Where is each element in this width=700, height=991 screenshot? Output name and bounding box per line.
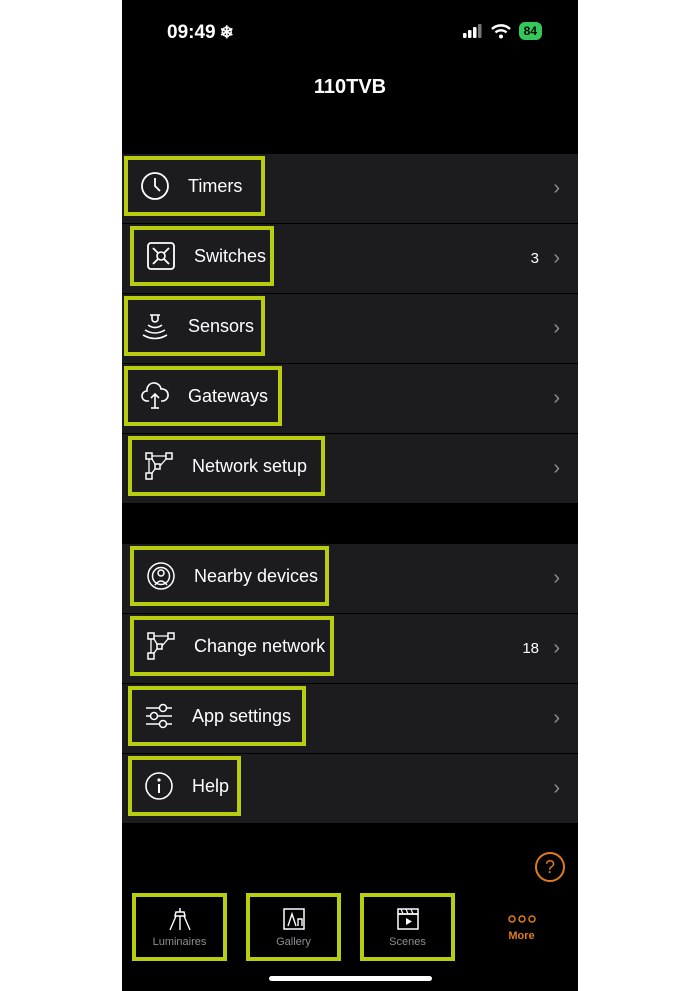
tab-label: Luminaires xyxy=(152,936,207,948)
row-label: Timers xyxy=(188,175,243,196)
chevron-right-icon: › xyxy=(553,707,560,729)
row-gateways[interactable]: Gateways › xyxy=(122,364,578,434)
more-dots-icon xyxy=(507,915,536,923)
chevron-right-icon: › xyxy=(553,317,560,339)
sensor-icon xyxy=(138,309,172,343)
row-label: Gateways xyxy=(188,385,269,406)
row-switches-highlight: Switches xyxy=(130,226,274,286)
row-label: Nearby devices xyxy=(194,565,319,586)
clock-icon xyxy=(138,169,172,203)
row-change-network-highlight: Change network xyxy=(130,616,334,676)
row-label: Sensors xyxy=(188,315,255,336)
row-label: Change network xyxy=(194,635,326,656)
row-nearby-devices[interactable]: Nearby devices › xyxy=(122,544,578,614)
scenes-icon xyxy=(396,908,419,930)
row-network-setup-highlight: Network setup xyxy=(128,436,325,496)
row-sensors[interactable]: Sensors › xyxy=(122,294,578,364)
switch-icon xyxy=(144,239,178,273)
tab-gallery[interactable]: Gallery xyxy=(246,893,341,961)
luminaire-icon xyxy=(168,908,191,931)
tab-luminaires[interactable]: Luminaires xyxy=(132,893,227,961)
tab-scenes[interactable]: Scenes xyxy=(360,893,455,961)
signal-icon xyxy=(462,24,482,38)
row-network-setup[interactable]: Network setup › xyxy=(122,434,578,504)
chevron-right-icon: › xyxy=(553,177,560,199)
chevron-right-icon: › xyxy=(553,247,560,269)
tab-label: Gallery xyxy=(276,936,311,948)
row-label: Switches xyxy=(194,245,267,266)
cloud-upload-icon xyxy=(138,379,172,413)
snowflake-icon: ❄ xyxy=(219,23,234,42)
row-count: 3 xyxy=(530,250,539,267)
chevron-right-icon: › xyxy=(553,457,560,479)
row-timers-highlight: Timers xyxy=(124,156,265,216)
row-sensors-highlight: Sensors xyxy=(124,296,265,356)
row-change-network[interactable]: Change network 18 › xyxy=(122,614,578,684)
chevron-right-icon: › xyxy=(553,777,560,799)
chevron-right-icon: › xyxy=(553,387,560,409)
row-label: Help xyxy=(192,775,230,796)
network-topology-icon xyxy=(142,449,176,483)
row-label: Network setup xyxy=(192,455,308,476)
network-topology-icon xyxy=(144,629,178,663)
chevron-right-icon: › xyxy=(553,637,560,659)
help-question-icon[interactable]: ? xyxy=(535,852,565,882)
row-help[interactable]: Help › xyxy=(122,754,578,824)
chevron-right-icon: › xyxy=(553,567,560,589)
settings-group-secondary: Nearby devices › Change network 18 › App… xyxy=(122,544,578,824)
row-gateways-highlight: Gateways xyxy=(124,366,282,426)
status-indicators: 84 xyxy=(462,22,542,40)
info-icon xyxy=(142,769,176,803)
wifi-icon xyxy=(490,23,511,38)
row-app-settings[interactable]: App settings › xyxy=(122,684,578,754)
row-label: App settings xyxy=(192,705,292,726)
row-timers[interactable]: Timers › xyxy=(122,154,578,224)
sliders-icon xyxy=(142,699,176,733)
phone-screen: 09:49 ❄ 84 110TVB Timers › Switches 3 › … xyxy=(122,0,578,991)
row-help-highlight: Help xyxy=(128,756,241,816)
status-time: 09:49 ❄ xyxy=(167,22,234,43)
gallery-icon xyxy=(282,908,305,930)
tab-label: Scenes xyxy=(389,936,426,948)
settings-group-primary: Timers › Switches 3 › Sensors › Gateways… xyxy=(122,154,578,504)
row-nearby-devices-highlight: Nearby devices xyxy=(130,546,329,606)
nearby-devices-icon xyxy=(144,559,178,593)
row-switches[interactable]: Switches 3 › xyxy=(122,224,578,294)
row-app-settings-highlight: App settings xyxy=(128,686,306,746)
tab-label: More xyxy=(508,930,535,942)
home-indicator xyxy=(269,976,432,981)
battery-indicator: 84 xyxy=(518,22,542,40)
row-count: 18 xyxy=(522,640,539,657)
tab-more[interactable]: More xyxy=(474,893,569,961)
page-title: 110TVB xyxy=(313,76,387,98)
